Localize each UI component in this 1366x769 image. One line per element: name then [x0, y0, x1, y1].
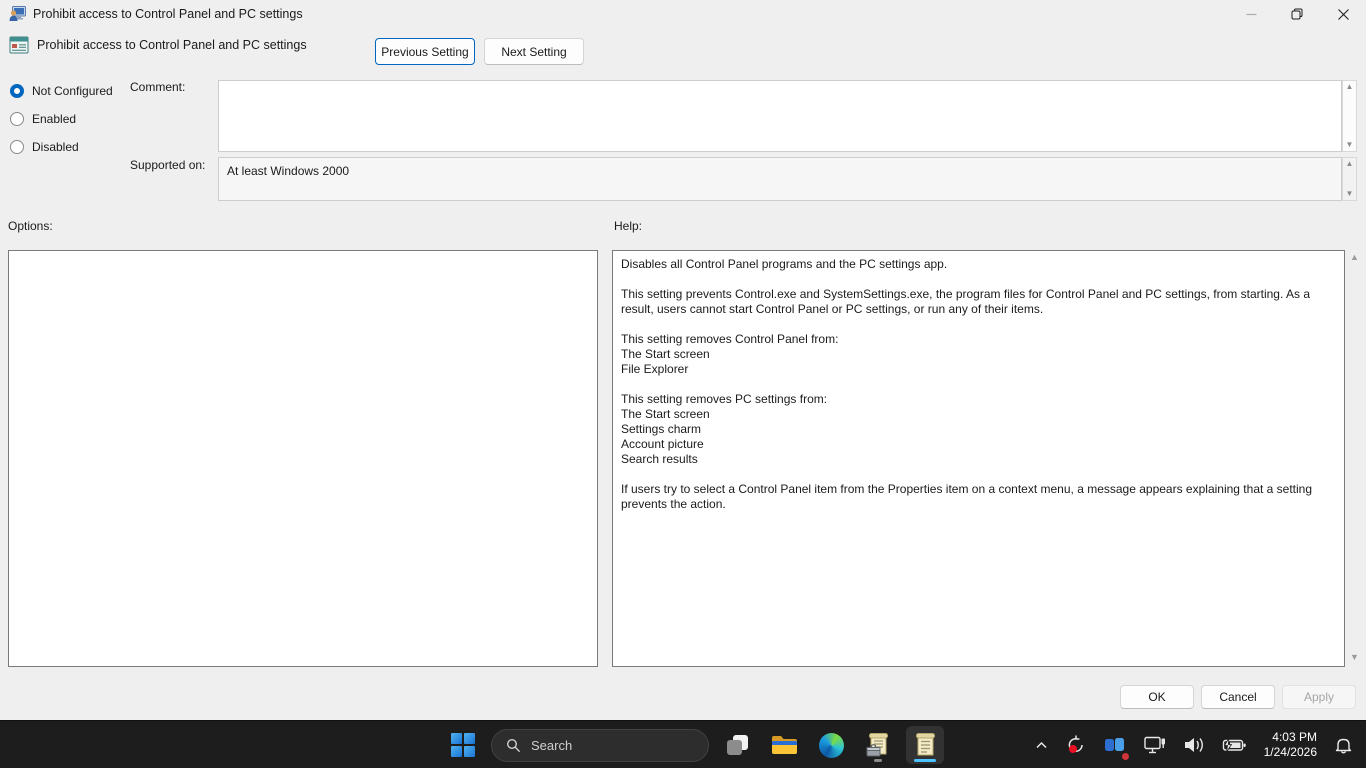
cancel-button[interactable]: Cancel: [1201, 685, 1275, 709]
ok-button[interactable]: OK: [1120, 685, 1194, 709]
scroll-down-icon[interactable]: ▼: [1346, 141, 1354, 149]
chevron-up-icon: [1034, 738, 1049, 753]
scroll-down-icon[interactable]: ▼: [1346, 190, 1354, 198]
help-paragraph: This setting prevents Control.exe and Sy…: [621, 287, 1336, 317]
comment-input[interactable]: [218, 80, 1342, 152]
radio-not-configured[interactable]: Not Configured: [10, 84, 113, 98]
search-placeholder: Search: [531, 738, 572, 753]
radio-disabled[interactable]: Disabled: [10, 140, 79, 154]
search-box[interactable]: Search: [491, 729, 709, 762]
policy-window-icon: [9, 5, 26, 22]
window-title: Prohibit access to Control Panel and PC …: [33, 7, 303, 21]
volume-button[interactable]: [1178, 725, 1211, 765]
running-indicator: [874, 759, 882, 762]
edge-icon: [819, 733, 844, 758]
file-explorer-button[interactable]: [765, 726, 803, 764]
help-scroll-down-icon[interactable]: ▼: [1350, 652, 1359, 662]
battery-charging-icon: [1222, 736, 1247, 754]
search-icon: [506, 738, 521, 753]
task-view-icon: [724, 732, 750, 758]
sync-icon: [1065, 734, 1087, 756]
group-policy-editor-icon: [865, 732, 891, 759]
help-scroll-up-icon[interactable]: ▲: [1350, 252, 1359, 262]
display-network-icon: [1143, 734, 1167, 756]
policy-setting-window: Prohibit access to Control Panel and PC …: [0, 0, 1366, 720]
help-paragraph: This setting removes Control Panel from:…: [621, 332, 1336, 377]
group-policy-setting-icon: [9, 35, 29, 55]
comment-label: Comment:: [130, 80, 185, 94]
help-paragraph: Disables all Control Panel programs and …: [621, 257, 1336, 272]
tray-chevron-button[interactable]: [1029, 725, 1054, 765]
active-window-indicator: [914, 759, 936, 762]
setting-title: Prohibit access to Control Panel and PC …: [37, 38, 307, 52]
restore-button[interactable]: [1274, 0, 1320, 28]
radio-circle: [10, 112, 24, 126]
help-paragraph: This setting removes PC settings from: T…: [621, 392, 1336, 467]
notification-center-button[interactable]: [1329, 725, 1358, 765]
titlebar: Prohibit access to Control Panel and PC …: [0, 0, 1366, 28]
comment-scrollbar[interactable]: ▲ ▼: [1342, 80, 1357, 152]
radio-circle: [10, 84, 24, 98]
help-panel: Disables all Control Panel programs and …: [612, 250, 1345, 667]
help-paragraph: If users try to select a Control Panel i…: [621, 482, 1336, 512]
scroll-up-icon[interactable]: ▲: [1346, 83, 1354, 91]
options-label: Options:: [8, 219, 53, 233]
clock[interactable]: 4:03 PM 1/24/2026: [1258, 730, 1323, 760]
volume-icon: [1183, 735, 1206, 755]
minimize-button: [1228, 0, 1274, 28]
apply-button: Apply: [1282, 685, 1356, 709]
supported-on-value: At least Windows 2000: [218, 157, 1342, 201]
scroll-up-icon[interactable]: ▲: [1346, 160, 1354, 168]
radio-circle: [10, 140, 24, 154]
sync-pending-button[interactable]: [1060, 725, 1092, 765]
network-display-button[interactable]: [1138, 725, 1172, 765]
options-panel: [8, 250, 598, 667]
windows-logo-icon: [451, 733, 475, 757]
supported-on-label: Supported on:: [130, 158, 205, 172]
help-text: Disables all Control Panel programs and …: [621, 257, 1336, 512]
tray-time: 4:03 PM: [1264, 730, 1317, 745]
policy-setting-window-icon: [913, 732, 937, 759]
edge-button[interactable]: [812, 726, 850, 764]
next-setting-button[interactable]: Next Setting: [484, 38, 584, 65]
group-policy-editor-button[interactable]: [859, 726, 897, 764]
help-label: Help:: [614, 219, 642, 233]
close-button[interactable]: [1320, 0, 1366, 28]
supported-scrollbar[interactable]: ▲ ▼: [1342, 157, 1357, 201]
notification-badge: [1121, 752, 1130, 761]
radio-enabled[interactable]: Enabled: [10, 112, 76, 126]
policy-setting-taskbar-button[interactable]: [906, 726, 944, 764]
taskbar: Search: [0, 720, 1366, 768]
start-button[interactable]: [444, 726, 482, 764]
tray-date: 1/24/2026: [1264, 745, 1317, 760]
people-notification-button[interactable]: [1098, 725, 1132, 765]
file-explorer-icon: [771, 734, 798, 756]
task-view-button[interactable]: [718, 726, 756, 764]
previous-setting-button[interactable]: Previous Setting: [375, 38, 475, 65]
battery-button[interactable]: [1217, 725, 1252, 765]
bell-icon: [1334, 735, 1353, 755]
